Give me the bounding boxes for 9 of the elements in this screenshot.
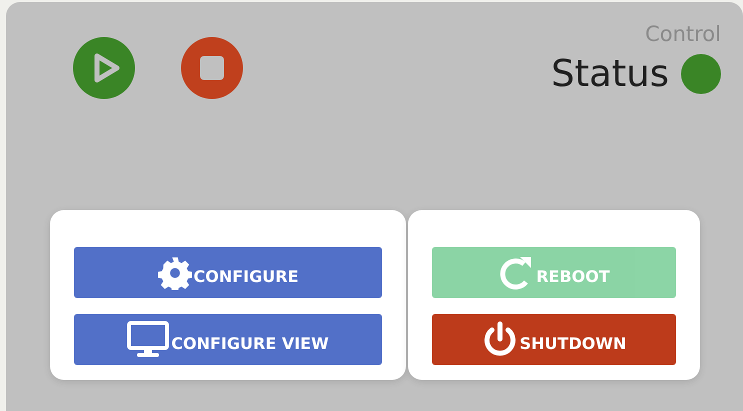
play-icon[interactable]: [73, 37, 135, 99]
configure-view-button[interactable]: CONFIGURE VIEW: [74, 314, 382, 365]
configure-button[interactable]: CONFIGURE: [74, 247, 382, 298]
stop-icon[interactable]: [181, 37, 243, 99]
monitor-icon: [127, 320, 170, 358]
power-icon: [482, 320, 518, 358]
shutdown-button[interactable]: SHUTDOWN: [432, 314, 676, 365]
status-label: Status: [551, 52, 669, 95]
gear-icon: [158, 256, 192, 290]
